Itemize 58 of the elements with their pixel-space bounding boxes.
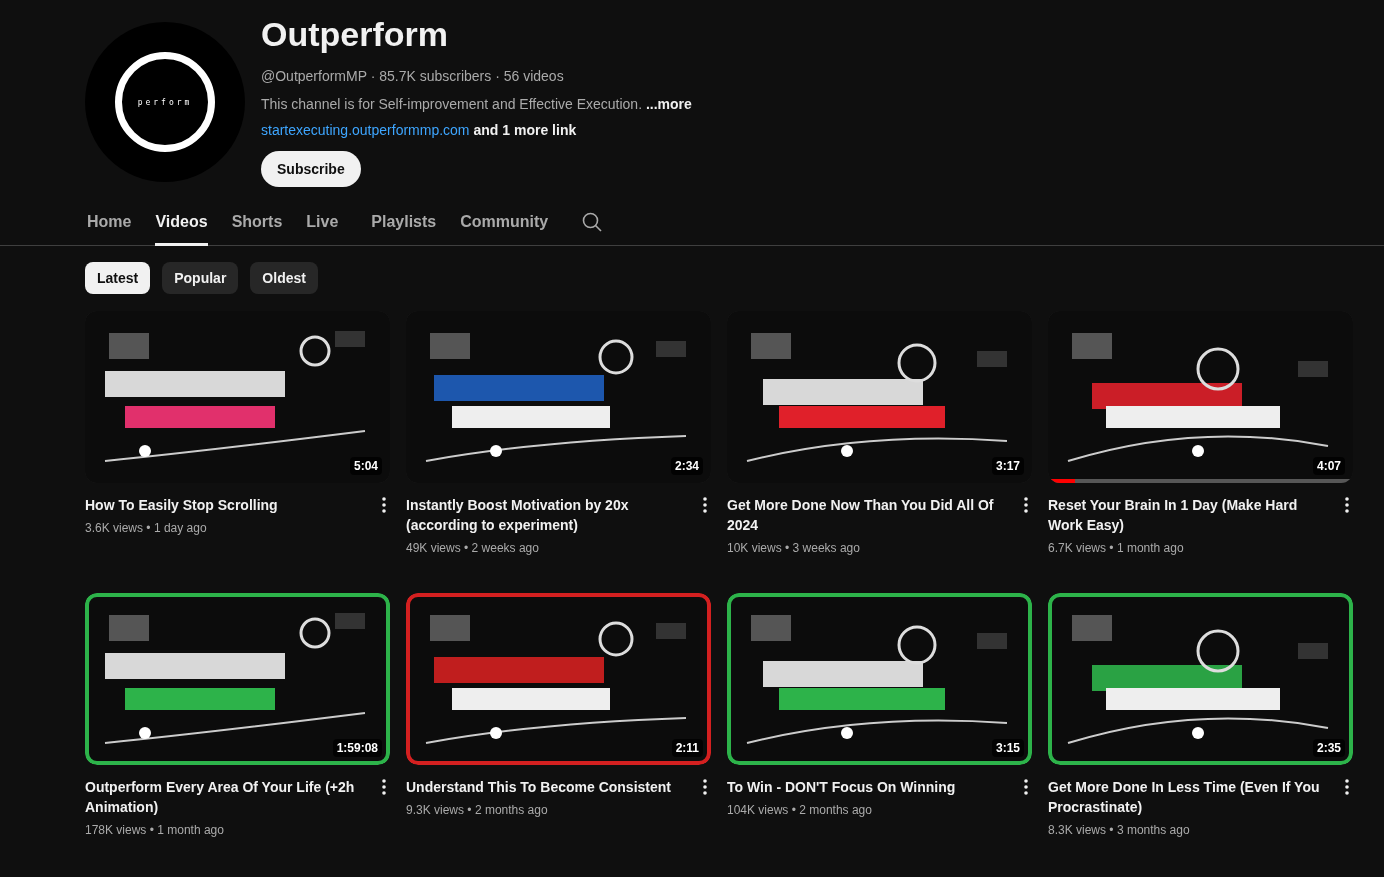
video-title[interactable]: Get More Done Now Than You Did All Of 2024	[727, 495, 1006, 535]
video-thumbnail[interactable]: 1:59:08	[85, 593, 390, 765]
kebab-icon	[1345, 497, 1349, 513]
video-title[interactable]: Outperform Every Area Of Your Life (+2h Animation)	[85, 777, 364, 817]
duration-badge: 3:15	[991, 739, 1024, 757]
video-thumbnail[interactable]: 3:17	[727, 311, 1032, 483]
duration-badge: 2:35	[1312, 739, 1345, 757]
channel-tab[interactable]: Community	[460, 197, 549, 246]
subscribe-button[interactable]: Subscribe	[261, 151, 361, 187]
filter-chip[interactable]: Popular	[162, 262, 239, 294]
filter-chip[interactable]: Latest	[85, 262, 151, 294]
channel-link[interactable]: startexecuting.outperformmp.com	[261, 122, 470, 138]
logo-text: perform	[137, 97, 193, 107]
kebab-icon	[1024, 497, 1028, 513]
kebab-icon	[703, 497, 707, 513]
video-title[interactable]: How To Easily Stop Scrolling	[85, 495, 364, 515]
search-button[interactable]	[582, 211, 603, 232]
duration-badge: 5:04	[349, 457, 382, 475]
kebab-icon	[1345, 779, 1349, 795]
more-links-link[interactable]: and 1 more link	[473, 122, 577, 138]
video-thumbnail[interactable]: 2:35	[1048, 593, 1353, 765]
video-title[interactable]: Instantly Boost Motivation by 20x (according to experiment)	[406, 495, 685, 535]
kebab-icon	[382, 779, 386, 795]
filter-chip[interactable]: Oldest	[250, 262, 318, 294]
video-title[interactable]: Understand This To Become Consistent	[406, 777, 685, 797]
video-thumbnail[interactable]: 2:34	[406, 311, 711, 483]
video-meta: 104K views • 2 months ago	[727, 802, 873, 819]
video-meta: 49K views • 2 weeks ago	[406, 540, 540, 557]
channel-tab[interactable]: Home	[87, 197, 132, 246]
duration-badge: 3:17	[991, 457, 1024, 475]
duration-badge: 4:07	[1312, 457, 1345, 475]
channel-stats: @OutperformMP · 85.7K subscribers · 56 videos	[261, 67, 565, 86]
duration-badge: 2:34	[670, 457, 703, 475]
kebab-icon	[382, 497, 386, 513]
duration-badge: 1:59:08	[332, 739, 382, 757]
video-meta: 8.3K views • 3 months ago	[1048, 822, 1191, 839]
video-meta: 10K views • 3 weeks ago	[727, 540, 861, 557]
video-thumbnail[interactable]: 3:15	[727, 593, 1032, 765]
video-meta: 3.6K views • 1 day ago	[85, 520, 208, 537]
channel-tab[interactable]: Videos	[155, 197, 208, 246]
video-meta: 9.3K views • 2 months ago	[406, 802, 549, 819]
video-thumbnail[interactable]: 2:11	[406, 593, 711, 765]
video-title[interactable]: To Win - DON'T Focus On Winning	[727, 777, 1006, 797]
video-meta: 178K views • 1 month ago	[85, 822, 225, 839]
video-thumbnail[interactable]: 5:04	[85, 311, 390, 483]
video-thumbnail[interactable]: 4:07	[1048, 311, 1353, 483]
video-meta: 6.7K views • 1 month ago	[1048, 540, 1185, 557]
channel-tab[interactable]: Playlists	[371, 197, 437, 246]
kebab-icon	[1024, 779, 1028, 795]
video-title[interactable]: Reset Your Brain In 1 Day (Make Hard Work Easy)	[1048, 495, 1327, 535]
channel-tab[interactable]: Shorts	[231, 197, 283, 246]
channel-description[interactable]: This channel is for Self-improvement and Effective Execution. ...more	[261, 96, 692, 112]
channel-name: Outperform	[261, 14, 449, 54]
kebab-icon	[703, 779, 707, 795]
search-icon	[582, 211, 603, 232]
video-title[interactable]: Get More Done In Less Time (Even If You Procrastinate)	[1048, 777, 1327, 817]
duration-badge: 2:11	[671, 739, 703, 757]
channel-tab[interactable]: Live	[306, 197, 339, 246]
